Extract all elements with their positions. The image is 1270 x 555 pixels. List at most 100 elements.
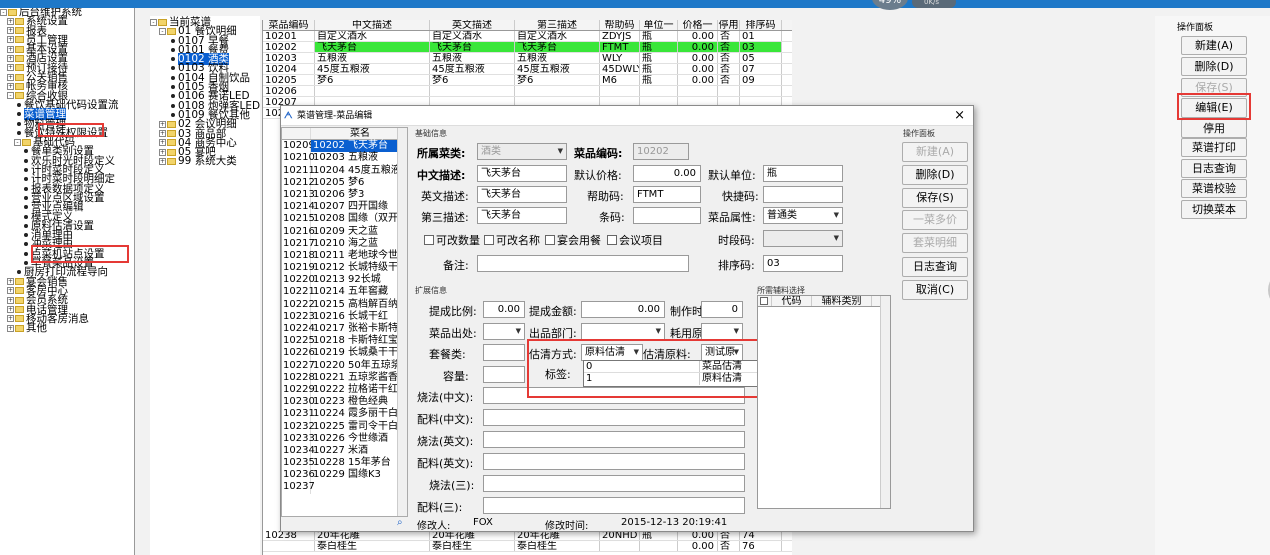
expand-icon[interactable]: + (7, 17, 14, 25)
outlet-select[interactable] (483, 323, 525, 340)
accessory-scrollbar[interactable] (880, 296, 890, 508)
column-header[interactable]: 菜品编码 (263, 20, 315, 30)
collapse-icon[interactable]: - (159, 27, 166, 35)
checkbox[interactable]: 可改名称 (484, 232, 540, 248)
expand-icon[interactable]: + (159, 148, 166, 156)
code-field[interactable]: 10202 (633, 143, 689, 160)
category-item[interactable]: +99 系统大类 (150, 156, 260, 167)
expand-icon[interactable]: + (7, 45, 14, 53)
barcode-field[interactable] (633, 207, 701, 224)
expand-icon[interactable]: + (159, 139, 166, 147)
panel-button[interactable]: 新建(A) (1181, 36, 1247, 55)
shortcut-field[interactable] (763, 186, 843, 203)
column-header[interactable]: 帮助码 (600, 20, 640, 30)
category-tree[interactable]: - 当前菜谱 -01 餐饮明细 0107 早餐 0101 餐费 0102 酒类 0103 饮… (150, 16, 260, 555)
expand-icon[interactable]: + (7, 36, 14, 44)
dialog-op-button[interactable]: 日志查询 (902, 257, 968, 277)
expand-icon[interactable]: + (7, 278, 14, 286)
text-area-field[interactable] (483, 453, 745, 470)
table-row[interactable]: 10201 自定义酒水 自定义酒水 自定义酒水 ZDYJS 瓶 0.00 否 01 (263, 31, 792, 42)
column-header[interactable]: 第三描述 (515, 20, 600, 30)
expand-icon[interactable]: + (159, 157, 166, 165)
panel-button[interactable]: 切换菜本 (1181, 200, 1247, 219)
column-header[interactable]: 排序码 (740, 20, 782, 30)
expand-icon[interactable]: + (7, 287, 14, 295)
collapse-icon[interactable]: - (0, 8, 7, 16)
name-third-field[interactable]: 飞天茅台 (477, 207, 567, 224)
checkbox-box[interactable] (484, 235, 494, 245)
expand-icon[interactable]: + (7, 54, 14, 62)
table-row[interactable]: 10205 梦6 梦6 梦6 M6 瓶 0.00 否 09 (263, 75, 792, 86)
expand-icon[interactable]: + (7, 27, 14, 35)
column-header[interactable]: 英文描述 (430, 20, 515, 30)
nav-item[interactable]: + 其他 (0, 323, 134, 333)
navigation-tree[interactable]: - 后台维护系统 + 系统设置 + 报表 + 员工管理 + 基本设置 + 酒店设置 + 预订接待 + 公关销售… (0, 8, 135, 555)
expand-icon[interactable]: + (159, 130, 166, 138)
help-code-field[interactable]: FTMT (633, 186, 701, 203)
department-select[interactable] (581, 323, 665, 340)
panel-button[interactable]: 菜谱校验 (1181, 179, 1247, 198)
checkbox[interactable]: 宴会用餐 (545, 232, 601, 248)
panel-button[interactable]: 菜谱打印 (1181, 138, 1247, 157)
checkbox[interactable]: 会议项目 (607, 232, 663, 248)
column-header[interactable]: 价格一 (678, 20, 718, 30)
column-header[interactable]: 中文描述 (315, 20, 430, 30)
text-area-field[interactable] (483, 431, 745, 448)
checkbox-box[interactable] (607, 235, 617, 245)
price-field[interactable]: 0.00 (633, 165, 701, 182)
panel-button[interactable]: 删除(D) (1181, 57, 1247, 76)
column-header[interactable]: 单位一 (640, 20, 678, 30)
category-select[interactable]: 酒类 (477, 143, 567, 160)
expand-icon[interactable]: + (7, 73, 14, 81)
expand-icon[interactable]: + (7, 82, 14, 90)
text-area-field[interactable] (483, 409, 745, 426)
material-select[interactable] (701, 323, 743, 340)
nav-item[interactable]: 菜谱管理 (0, 108, 134, 121)
panel-button[interactable]: 日志查询 (1181, 159, 1247, 178)
period-select[interactable] (763, 230, 843, 247)
collapse-icon[interactable]: - (150, 18, 157, 26)
panel-button[interactable]: 停用 (1181, 119, 1247, 138)
table-row[interactable]: 10204 45度五粮液 45度五粮液 45度五粮液 45DWLY 瓶 0.00 否 07 (263, 64, 792, 75)
dialog-op-button[interactable]: 保存(S) (902, 188, 968, 208)
name-cn-field[interactable]: 飞天茅台 (477, 165, 567, 182)
column-header[interactable]: 停用 (718, 20, 740, 30)
search-icon[interactable]: ⌕ (397, 517, 403, 528)
expand-icon[interactable]: + (159, 120, 166, 128)
collapse-icon[interactable]: - (7, 92, 14, 100)
expand-icon[interactable]: + (7, 315, 14, 323)
expand-icon[interactable]: + (7, 64, 14, 72)
set-meal-field[interactable] (483, 344, 525, 361)
text-area-field[interactable] (483, 497, 745, 514)
text-area-field[interactable] (483, 475, 745, 492)
table-row[interactable]: 10202 飞天茅台 飞天茅台 飞天茅台 FTMT 瓶 0.00 否 03 (263, 42, 792, 53)
checkbox-box[interactable] (545, 235, 555, 245)
attr-select[interactable]: 普通类 (763, 207, 843, 224)
table-row[interactable]: 10203 五粮液 五粮液 五粮液 WLY 瓶 0.00 否 05 (263, 53, 792, 64)
volume-field[interactable] (483, 366, 525, 383)
column-header[interactable]: 代码 (772, 296, 812, 306)
sort-code-field[interactable]: 03 (763, 255, 843, 272)
name-en-field[interactable]: 飞天茅台 (477, 186, 567, 203)
column-header[interactable]: 辅料类别 (812, 296, 872, 306)
expand-icon[interactable]: + (7, 296, 14, 304)
make-time-field[interactable]: 0 (701, 301, 743, 318)
table-row[interactable]: 10206 (263, 86, 792, 97)
remark-field[interactable] (477, 255, 689, 272)
nav-item[interactable]: 餐饮基础代码设置流 (0, 100, 134, 110)
accessory-grid[interactable]: 代码 辅料类别 (757, 295, 891, 509)
nav-item[interactable]: + 移动客房消息 (0, 314, 134, 324)
checkbox-box[interactable] (424, 235, 434, 245)
dialog-op-button[interactable]: 取消(C) (902, 280, 968, 300)
collapse-icon[interactable]: - (14, 138, 21, 146)
nav-item[interactable]: + 系统设置 (0, 16, 134, 27)
table-row[interactable]: 泰白桂生 泰白桂生 泰白桂生 0.00 否 76 (263, 541, 792, 552)
commission-amount-field[interactable]: 0.00 (581, 301, 665, 318)
checkbox[interactable]: 可改数量 (424, 232, 480, 248)
select-all-checkbox[interactable] (758, 296, 772, 306)
commission-ratio-field[interactable]: 0.00 (483, 301, 525, 318)
expand-icon[interactable]: + (7, 324, 14, 332)
unit-field[interactable]: 瓶 (763, 165, 843, 182)
dialog-op-button[interactable]: 删除(D) (902, 165, 968, 185)
expand-icon[interactable]: + (7, 306, 14, 313)
